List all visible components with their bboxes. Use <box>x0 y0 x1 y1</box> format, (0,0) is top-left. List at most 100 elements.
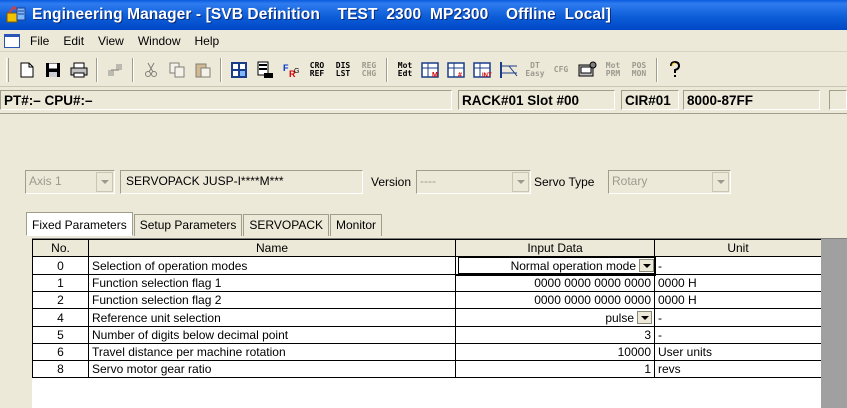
menu-view[interactable]: View <box>98 34 124 48</box>
main-program-icon[interactable]: M <box>420 59 442 81</box>
tab-monitor[interactable]: Monitor <box>330 214 383 236</box>
row-unit: - <box>654 326 822 344</box>
register-change-button[interactable]: REG CHG <box>358 59 380 81</box>
motion-edit-button[interactable]: Mot Edt <box>394 59 416 81</box>
tab-fixed-parameters[interactable]: Fixed Parameters <box>26 212 133 236</box>
document-window-icon[interactable] <box>4 33 20 48</box>
status-extra <box>829 90 847 110</box>
row-no: 1 <box>32 274 89 292</box>
row-name: Number of digits below decimal point <box>88 326 456 344</box>
row-unit: 0000 H <box>654 291 822 309</box>
row-name: Selection of operation modes <box>88 256 456 275</box>
paste-icon[interactable] <box>192 59 214 81</box>
title-bar: Engineering Manager - [SVB Definition TE… <box>0 0 847 30</box>
register-icon[interactable]: FRG <box>280 59 302 81</box>
chevron-down-icon[interactable] <box>637 311 652 324</box>
menu-window[interactable]: Window <box>138 34 181 48</box>
servo-type-label: Servo Type <box>534 175 595 189</box>
table-row[interactable]: 4 Reference unit selection pulse - <box>32 308 822 327</box>
chevron-down-icon[interactable] <box>639 259 654 272</box>
chevron-down-icon[interactable] <box>96 172 113 192</box>
servo-type-select[interactable]: Rotary <box>608 170 731 194</box>
svb-definition-panel: Axis 1 SERVOPACK JUSP-I****M*** Version … <box>0 113 847 408</box>
row-no: 6 <box>32 343 89 361</box>
ladder-icon[interactable] <box>498 59 520 81</box>
chevron-down-icon[interactable] <box>712 172 729 192</box>
disassemble-list-button[interactable]: DIS LST <box>332 59 354 81</box>
print-icon[interactable] <box>68 59 90 81</box>
dt-easy-label: DT Easy <box>525 60 545 78</box>
motion-parameter-button[interactable]: Mot PRM <box>602 59 624 81</box>
new-file-icon[interactable] <box>16 59 38 81</box>
version-select-value: ---- <box>420 174 436 188</box>
version-select[interactable]: ---- <box>416 170 531 194</box>
toolbar-separator <box>386 57 388 82</box>
module-config-icon[interactable] <box>228 59 250 81</box>
column-header-input-data[interactable]: Input Data <box>455 239 655 257</box>
row-input[interactable]: 1 <box>455 360 655 378</box>
chevron-down-icon[interactable] <box>512 172 529 192</box>
table-row[interactable]: 5 Number of digits below decimal point 3… <box>32 326 822 344</box>
position-monitor-button[interactable]: POS MON <box>628 59 650 81</box>
toolbar-separator <box>96 57 98 82</box>
reference-unit-dropdown[interactable] <box>637 309 652 326</box>
row-input[interactable]: 3 <box>455 326 655 344</box>
parameter-tabs: Fixed Parameters Setup Parameters SERVOP… <box>26 212 383 236</box>
row-name: Travel distance per machine rotation <box>88 343 456 361</box>
column-header-unit[interactable]: Unit <box>654 239 822 257</box>
transfer-icon[interactable] <box>254 59 276 81</box>
operation-mode-cell[interactable]: Normal operation mode <box>454 255 656 276</box>
cfg-button[interactable]: CFG <box>550 59 572 81</box>
reference-unit-select[interactable]: pulse <box>456 309 652 326</box>
menu-file[interactable]: File <box>30 34 49 48</box>
window-title: Engineering Manager - [SVB Definition TE… <box>32 6 611 23</box>
toolbar-grip[interactable] <box>6 57 9 82</box>
operation-mode-select[interactable]: Normal operation mode <box>458 257 656 274</box>
column-header-name[interactable]: Name <box>88 239 456 257</box>
row-name: Servo motor gear ratio <box>88 360 456 378</box>
table-row[interactable]: 2 Function selection flag 2 0000 0000 00… <box>32 291 822 309</box>
toolbar-separator <box>132 57 134 82</box>
engineering-manager-app-icon[interactable] <box>6 5 26 25</box>
grid-empty-area <box>821 239 847 408</box>
save-icon[interactable] <box>42 59 64 81</box>
axis-select[interactable]: Axis 1 <box>25 170 115 194</box>
table-row[interactable]: 8 Servo motor gear ratio 1 revs <box>32 360 822 378</box>
cross-reference-button[interactable]: CRO REF <box>306 59 328 81</box>
table-header-row: No. Name Input Data Unit <box>32 239 822 257</box>
circuit-status: CIR#01 <box>621 90 679 110</box>
row-input[interactable]: 0000 0000 0000 0000 <box>455 291 655 309</box>
help-icon[interactable] <box>664 59 686 81</box>
table-row[interactable]: 6 Travel distance per machine rotation 1… <box>32 343 822 361</box>
sub-program-icon[interactable]: # <box>446 59 468 81</box>
axis-select-value: Axis 1 <box>29 174 62 188</box>
svg-text:G: G <box>294 68 299 75</box>
table-row[interactable]: 1 Function selection flag 1 0000 0000 00… <box>32 274 822 292</box>
fixed-parameters-table: No. Name Input Data Unit 0 Selection of … <box>32 239 822 378</box>
row-input[interactable]: 0000 0000 0000 0000 <box>455 274 655 292</box>
row-no: 5 <box>32 326 89 344</box>
row-name: Function selection flag 1 <box>88 274 456 292</box>
cfg-label: CFG <box>553 64 569 74</box>
menu-edit[interactable]: Edit <box>63 34 84 48</box>
column-header-no[interactable]: No. <box>32 239 89 257</box>
operation-mode-value: Normal operation mode <box>510 258 636 273</box>
network-icon[interactable] <box>104 59 126 81</box>
interrupt-program-icon[interactable]: INT <box>472 59 494 81</box>
motion-parameter-label: Mot PRM <box>605 60 621 78</box>
tab-servopack[interactable]: SERVOPACK <box>243 214 330 236</box>
row-unit: - <box>654 308 822 327</box>
cut-icon[interactable] <box>140 59 162 81</box>
register-change-label: REG CHG <box>361 60 377 78</box>
reference-unit-cell[interactable]: pulse <box>455 308 655 327</box>
table-row[interactable]: 0 Selection of operation modes Normal op… <box>32 255 822 276</box>
dt-easy-button[interactable]: DT Easy <box>524 59 546 81</box>
tab-setup-parameters[interactable]: Setup Parameters <box>133 214 243 236</box>
reference-unit-value: pulse <box>605 310 634 325</box>
copy-icon[interactable] <box>166 59 188 81</box>
setup-icon[interactable] <box>576 59 598 81</box>
row-no: 0 <box>32 256 89 275</box>
menu-help[interactable]: Help <box>195 34 220 48</box>
row-input[interactable]: 10000 <box>455 343 655 361</box>
motion-edit-label: Mot Edt <box>397 60 413 78</box>
